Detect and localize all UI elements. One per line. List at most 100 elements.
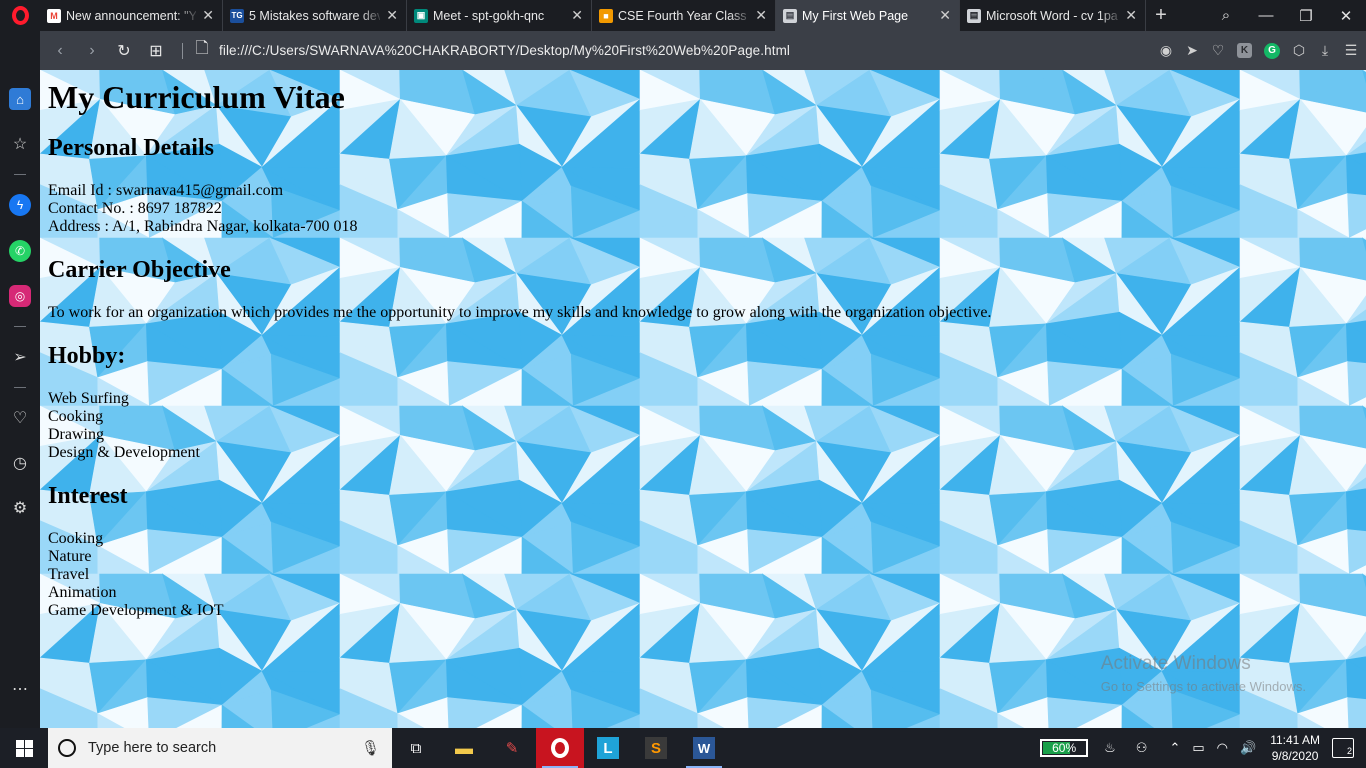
send-icon[interactable]: ➢ [9, 346, 31, 368]
settings-gear-icon[interactable]: ⚙ [9, 497, 31, 519]
meet-icon: ▣ [414, 8, 428, 23]
messenger-icon[interactable]: ϟ [9, 194, 31, 216]
people-icon[interactable]: ⚇ [1136, 740, 1148, 756]
personal-details-heading: Personal Details [48, 135, 214, 161]
forward-icon[interactable]: › [76, 42, 108, 60]
close-tab-icon[interactable]: ✕ [202, 7, 214, 24]
hobby-heading: Hobby: [48, 343, 126, 369]
more-options-icon[interactable]: ⋯ [9, 678, 31, 700]
system-tray: 60% ♨ ⚇ ⌃ ▭ ◠ 🔊 11:41 AM 9/8/2020 2 [1040, 728, 1366, 768]
task-view-icon[interactable]: ⧉ [392, 728, 440, 768]
divider [14, 326, 26, 327]
interest-list: Cooking Nature Travel Animation Game Dev… [48, 530, 991, 620]
activate-windows-watermark: Activate Windows Go to Settings to activ… [1101, 653, 1306, 694]
home-icon[interactable]: ⌂ [9, 88, 31, 110]
l-app-icon[interactable]: L [584, 728, 632, 768]
tab-gmail[interactable]: M New announcement: "Yo ✕ [40, 0, 223, 31]
easy-setup-menu-icon[interactable]: ☰ [1344, 42, 1358, 59]
microphone-icon[interactable]: 🎙 [361, 739, 380, 757]
restore-icon[interactable]: ❐ [1286, 7, 1326, 25]
clock[interactable]: 11:41 AM 9/8/2020 [1270, 732, 1320, 764]
list-item: Animation [48, 584, 117, 601]
classroom-icon: ■ [599, 8, 613, 23]
personal-details-list: Email Id : swarnava415@gmail.com Contact… [48, 182, 991, 236]
tab-my-first-web-page[interactable]: ▤ My First Web Page ✕ [776, 0, 960, 31]
close-window-icon[interactable]: ✕ [1326, 7, 1366, 25]
start-button[interactable] [0, 728, 48, 768]
grammarly-icon[interactable]: G [1264, 42, 1280, 59]
taskbar-search-box[interactable]: Type here to search 🎙 [48, 728, 392, 768]
list-item: Nature [48, 548, 92, 565]
hobby-list: Web Surfing Cooking Drawing Design & Dev… [48, 390, 991, 462]
tab-mistakes[interactable]: TG 5 Mistakes software deve ✕ [223, 0, 407, 31]
new-tab-button[interactable]: + [1146, 0, 1176, 31]
close-tab-icon[interactable]: ✕ [386, 7, 398, 24]
tab-microsoft-word[interactable]: ▤ Microsoft Word - cv 1pa ✕ [960, 0, 1146, 31]
my-flow-icon[interactable]: ☆ [9, 133, 31, 155]
cube-extension-icon[interactable]: ⬡ [1292, 42, 1306, 59]
list-item: Cooking [48, 408, 104, 425]
minimize-icon[interactable]: — [1246, 7, 1286, 24]
background-tile [1239, 70, 1366, 239]
cv-page: My Curriculum Vitae Personal Details Ema… [48, 70, 991, 620]
heart-icon[interactable]: ♡ [1211, 42, 1225, 59]
battery-indicator[interactable]: 60% [1040, 739, 1089, 757]
clock-time: 11:41 AM [1270, 733, 1320, 747]
history-clock-icon[interactable]: ◷ [9, 452, 31, 474]
speed-dial-grid-icon[interactable]: ⊞ [140, 41, 172, 61]
windows-logo-icon [15, 739, 33, 757]
whatsapp-icon[interactable]: ✆ [9, 240, 31, 262]
snapshot-camera-icon[interactable]: ◉ [1159, 42, 1173, 59]
show-hidden-icons-chevron-icon[interactable]: ⌃ [1169, 740, 1180, 756]
heart-icon[interactable]: ♡ [9, 407, 31, 429]
email-line: Email Id : swarnava415@gmail.com [48, 182, 284, 199]
close-tab-icon[interactable]: ✕ [755, 7, 767, 24]
volume-icon[interactable]: 🔊 [1240, 740, 1256, 756]
action-center-icon[interactable]: 2 [1332, 738, 1354, 758]
send-icon[interactable]: ➤ [1185, 42, 1199, 59]
page-info-icon[interactable]: 🗋 [193, 37, 211, 64]
list-item: Drawing [48, 426, 104, 443]
opera-taskbar-icon[interactable] [536, 728, 584, 768]
tab-meet[interactable]: ▣ Meet - spt-gokh-qnc ✕ [407, 0, 592, 31]
objective-heading: Carrier Objective [48, 257, 231, 283]
interest-heading: Interest [48, 483, 128, 509]
file-explorer-icon[interactable]: ▬ [440, 728, 488, 768]
tab-strip: M New announcement: "Yo ✕ TG 5 Mistakes … [0, 0, 1366, 31]
list-item: Design & Development [48, 444, 200, 461]
document-icon: ▤ [967, 8, 981, 23]
web-page-viewport: My Curriculum Vitae Personal Details Ema… [40, 70, 1366, 728]
search-placeholder: Type here to search [88, 740, 217, 756]
reload-icon[interactable]: ↻ [108, 41, 140, 61]
close-tab-icon[interactable]: ✕ [571, 7, 583, 24]
divider [14, 387, 26, 388]
page-title: My Curriculum Vitae [48, 79, 345, 115]
instagram-icon[interactable]: ◎ [9, 285, 31, 307]
battery-tray-icon[interactable]: ▭ [1192, 740, 1204, 756]
close-tab-icon[interactable]: ✕ [939, 7, 951, 24]
tab-classroom[interactable]: ■ CSE Fourth Year Class ✕ [592, 0, 776, 31]
opera-menu-button[interactable] [0, 0, 40, 31]
download-icon[interactable]: ⤓ [1318, 42, 1332, 59]
extension-k-icon[interactable]: K [1237, 43, 1252, 58]
address-bar-actions: ◉ ➤ ♡ K G ⬡ ⤓ ☰ [1159, 31, 1358, 70]
flame-app-icon[interactable]: ♨ [1104, 740, 1116, 756]
back-icon[interactable]: ‹ [44, 42, 76, 60]
gmail-icon: M [47, 8, 61, 23]
windows-taskbar: Type here to search 🎙 ⧉ ▬ ✎ L S W 60% ♨ … [0, 728, 1366, 768]
close-tab-icon[interactable]: ✕ [1125, 7, 1137, 24]
divider [14, 174, 26, 175]
wifi-icon[interactable]: ◠ [1217, 740, 1228, 756]
word-icon[interactable]: W [680, 728, 728, 768]
address-line: Address : A/1, Rabindra Nagar, kolkata-7… [48, 218, 358, 235]
address-bar: ‹ › ↻ ⊞ 🗋 file:///C:/Users/SWARNAVA%20CH… [40, 31, 1366, 70]
clock-date: 9/8/2020 [1271, 749, 1319, 763]
tab-search-icon[interactable]: ⌕ [1206, 7, 1246, 24]
list-item: Web Surfing [48, 390, 129, 407]
watermark-subtitle: Go to Settings to activate Windows. [1100, 679, 1306, 694]
paint-icon[interactable]: ✎ [488, 728, 536, 768]
sublime-text-icon[interactable]: S [632, 728, 680, 768]
tab-title: My First Web Page [802, 8, 909, 23]
opera-sidebar: ⌂ ☆ ϟ ✆ ◎ ➢ ♡ ◷ ⚙ ⋯ [0, 70, 40, 728]
url-field[interactable]: file:///C:/Users/SWARNAVA%20CHAKRABORTY/… [219, 43, 790, 58]
